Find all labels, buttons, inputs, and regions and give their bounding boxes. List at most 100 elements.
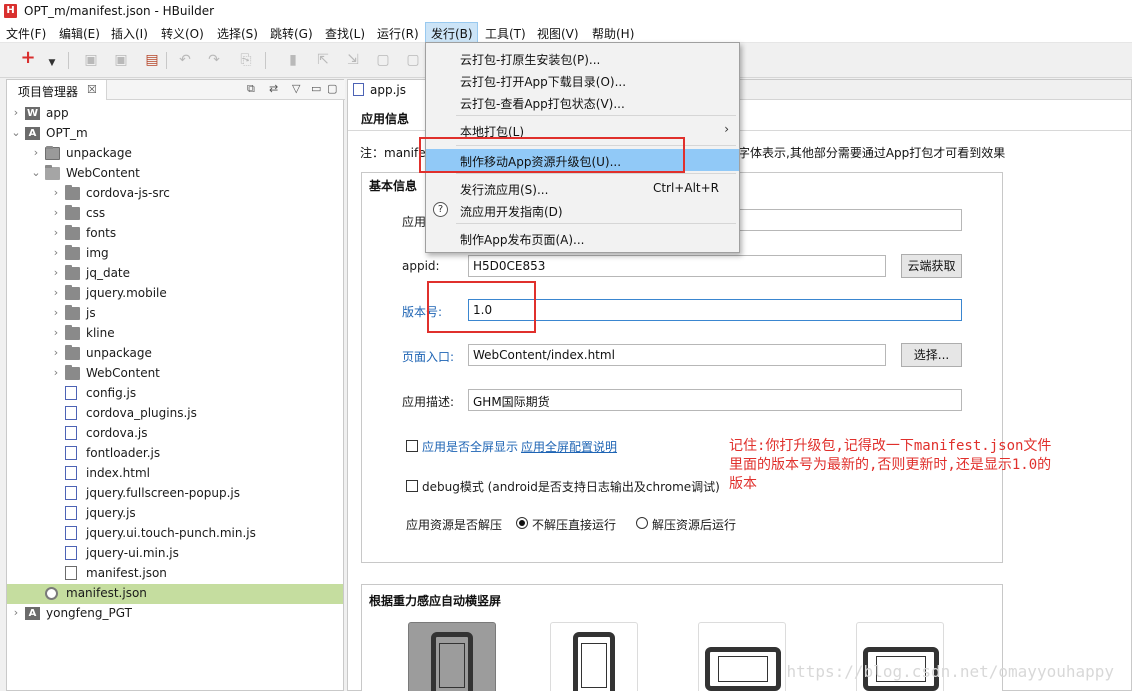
expand-arrow-icon[interactable]: ›: [51, 266, 61, 279]
tree-row[interactable]: › WebContent: [7, 364, 343, 384]
description-field[interactable]: GHM国际期货: [468, 389, 962, 411]
menu-item-4[interactable]: 选择(S): [217, 25, 258, 42]
expand-arrow-icon[interactable]: ›: [51, 186, 61, 199]
expand-arrow-icon[interactable]: ›: [51, 206, 61, 219]
expand-arrow-icon[interactable]: ›: [51, 246, 61, 259]
tree-row[interactable]: index.html: [7, 464, 343, 484]
tree-row[interactable]: › jquery.mobile: [7, 284, 343, 304]
orientation-portrait-primary[interactable]: [408, 622, 496, 691]
menu-item-1[interactable]: 编辑(E): [59, 25, 100, 42]
run-icon[interactable]: ⇲: [345, 52, 361, 68]
cloud-fetch-button[interactable]: 云端获取: [901, 254, 962, 278]
menu-item-7[interactable]: 运行(R): [377, 25, 419, 42]
tree-row[interactable]: jquery-ui.min.js: [7, 544, 343, 564]
fullscreen-checkbox[interactable]: [406, 440, 418, 452]
expand-arrow-icon[interactable]: ›: [11, 106, 21, 119]
console-icon[interactable]: ▤: [144, 52, 160, 68]
tree-row[interactable]: config.js: [7, 384, 343, 404]
new-dropdown-arrow-icon[interactable]: ▼: [44, 55, 60, 71]
tree-row[interactable]: › kline: [7, 324, 343, 344]
menu-item-5[interactable]: 跳转(G): [270, 25, 313, 42]
undo-icon[interactable]: ↶: [177, 52, 193, 68]
expand-arrow-icon[interactable]: ›: [51, 306, 61, 319]
tree-row[interactable]: jquery.js: [7, 504, 343, 524]
panel-close-icon[interactable]: ☒: [87, 83, 97, 96]
menu-item-6[interactable]: 查找(L): [325, 25, 365, 42]
menu-item-11[interactable]: 帮助(H): [592, 25, 634, 42]
expand-arrow-icon[interactable]: ›: [51, 346, 61, 359]
help-icon: ?: [433, 202, 448, 217]
collapse-all-icon[interactable]: ⧉: [247, 82, 255, 96]
expand-arrow-icon[interactable]: ›: [31, 146, 41, 159]
tree-row[interactable]: › unpackage: [7, 344, 343, 364]
tree-row[interactable]: fontloader.js: [7, 444, 343, 464]
menu-item-0[interactable]: 文件(F): [6, 25, 46, 42]
choose-entry-button[interactable]: 选择...: [901, 343, 962, 367]
stop-icon[interactable]: ▢: [375, 52, 391, 68]
tree-row[interactable]: manifest.json: [7, 584, 343, 604]
orientation-landscape-primary[interactable]: [698, 622, 786, 691]
tree-row[interactable]: ⌄ A OPT_m: [7, 124, 343, 144]
entry-page-field[interactable]: WebContent/index.html: [468, 344, 886, 366]
radio-unpack[interactable]: [636, 517, 648, 529]
submenu-arrow-icon: ›: [724, 122, 729, 136]
dropdown-item[interactable]: 云打包-查看App打包状态(V)...: [426, 91, 739, 113]
browser-icon[interactable]: ⇱: [315, 52, 331, 68]
dropdown-item[interactable]: 云打包-打原生安装包(P)...: [426, 47, 739, 69]
tree-row[interactable]: › Ayongfeng_PGT: [7, 604, 343, 624]
expand-arrow-icon[interactable]: ›: [51, 366, 61, 379]
tree-row[interactable]: › img: [7, 244, 343, 264]
expand-arrow-icon[interactable]: ›: [51, 286, 61, 299]
orientation-portrait-secondary[interactable]: [550, 622, 638, 691]
maximize-icon[interactable]: ▢: [327, 82, 337, 95]
expand-arrow-icon[interactable]: ›: [51, 326, 61, 339]
tree-row[interactable]: › cordova-js-src: [7, 184, 343, 204]
dropdown-item[interactable]: 云打包-打开App下载目录(O)...: [426, 69, 739, 91]
tree-row[interactable]: ⌄ WebContent: [7, 164, 343, 184]
tree-row[interactable]: › jq_date: [7, 264, 343, 284]
link-editor-icon[interactable]: ⇄: [269, 82, 278, 95]
radio-no-unpack-label[interactable]: 不解压直接运行: [532, 516, 616, 533]
tree-row[interactable]: › css: [7, 204, 343, 224]
minimize-icon[interactable]: ▭: [311, 82, 321, 95]
tab-app-js[interactable]: app.js: [348, 80, 428, 100]
dropdown-item[interactable]: 制作App发布页面(A)...: [426, 227, 739, 249]
tree-row[interactable]: jquery.ui.touch-punch.min.js: [7, 524, 343, 544]
fullscreen-label[interactable]: 应用是否全屏显示: [422, 438, 518, 455]
menu-item-10[interactable]: 视图(V): [537, 25, 579, 42]
dropdown-item[interactable]: 发行流应用(S)... Ctrl+Alt+R: [426, 177, 739, 199]
tree-row[interactable]: › fonts: [7, 224, 343, 244]
save-icon[interactable]: ▣: [83, 52, 99, 68]
view-menu-icon[interactable]: ▽: [292, 82, 300, 95]
tree-row[interactable]: › unpackage: [7, 144, 343, 164]
fullscreen-help-link[interactable]: 应用全屏配置说明: [521, 438, 617, 455]
debug-label[interactable]: debug模式 (android是否支持日志输出及chrome调试): [422, 478, 720, 495]
expand-arrow-icon[interactable]: ›: [51, 226, 61, 239]
save-all-icon[interactable]: ▣: [113, 52, 129, 68]
tree-row[interactable]: jquery.fullscreen-popup.js: [7, 484, 343, 504]
bookmark-icon[interactable]: ▮: [285, 52, 301, 68]
menu-item-9[interactable]: 工具(T): [485, 25, 526, 42]
menu-item-2[interactable]: 插入(I): [111, 25, 148, 42]
tree-row[interactable]: › js: [7, 304, 343, 324]
expand-arrow-icon[interactable]: ›: [11, 606, 21, 619]
new-file-plus-icon[interactable]: +: [20, 49, 36, 67]
preview-icon[interactable]: ▢: [405, 52, 421, 68]
dropdown-item[interactable]: ? 流应用开发指南(D): [426, 199, 739, 221]
tree-row[interactable]: cordova.js: [7, 424, 343, 444]
collapse-arrow-icon[interactable]: ⌄: [11, 126, 21, 139]
appid-field[interactable]: H5D0CE853: [468, 255, 886, 277]
menu-item-8[interactable]: 发行(B): [431, 25, 473, 42]
collapse-arrow-icon[interactable]: ⌄: [31, 166, 41, 179]
redo-icon[interactable]: ↷: [206, 52, 222, 68]
tree-row[interactable]: cordova_plugins.js: [7, 404, 343, 424]
tree-row[interactable]: › Wapp: [7, 104, 343, 124]
radio-unpack-label[interactable]: 解压资源后运行: [652, 516, 736, 533]
version-field[interactable]: 1.0: [468, 299, 962, 321]
tab-project-manager[interactable]: 项目管理器 ☒: [7, 80, 107, 100]
menu-item-3[interactable]: 转义(O): [161, 25, 204, 42]
radio-no-unpack[interactable]: [516, 517, 528, 529]
tree-row[interactable]: manifest.json: [7, 564, 343, 584]
format-icon[interactable]: ⎘: [238, 52, 254, 68]
debug-checkbox[interactable]: [406, 480, 418, 492]
